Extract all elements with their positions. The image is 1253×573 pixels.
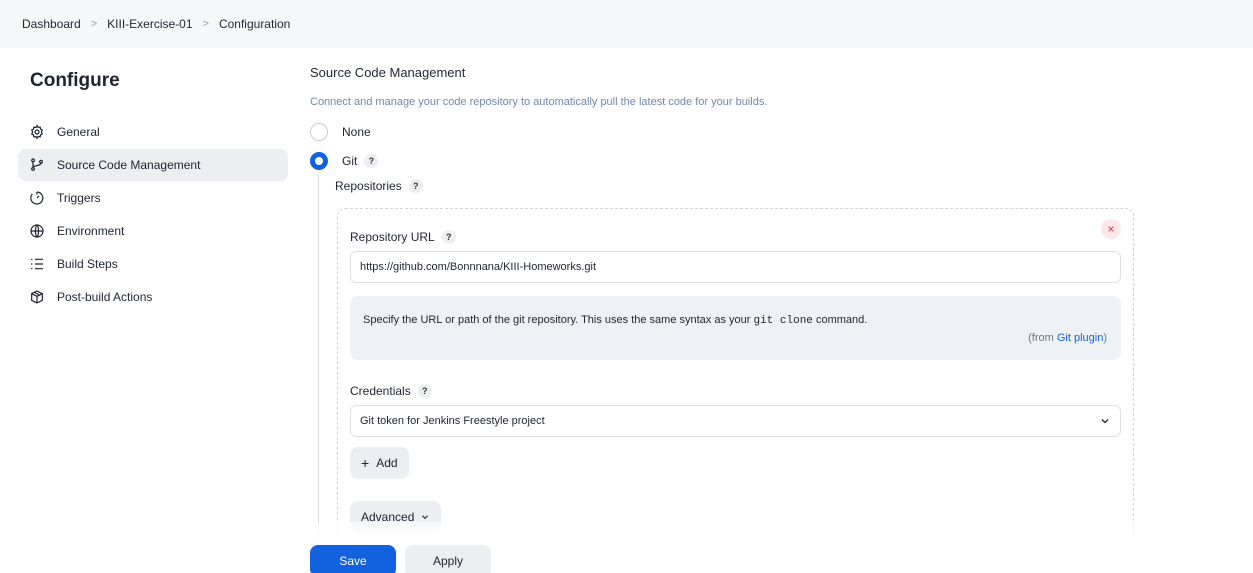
sidebar-item-triggers[interactable]: Triggers <box>18 182 288 214</box>
save-button[interactable]: Save <box>310 545 396 573</box>
repositories-label: Repositories ? <box>335 179 423 193</box>
timer-icon <box>29 190 45 206</box>
sidebar-item-general[interactable]: General <box>18 116 288 148</box>
apply-button[interactable]: Apply <box>405 545 491 573</box>
radio-label: Git <box>342 154 358 168</box>
package-icon <box>29 289 45 305</box>
sidebar-item-build-steps[interactable]: Build Steps <box>18 248 288 280</box>
help-icon[interactable]: ? <box>408 179 423 193</box>
main-content: Source Code Management Connect and manag… <box>310 48 1240 573</box>
help-text: Specify the URL or path of the git repos… <box>363 314 754 326</box>
help-icon[interactable]: ? <box>417 384 432 398</box>
help-panel: Specify the URL or path of the git repos… <box>350 296 1121 360</box>
breadcrumb-dashboard[interactable]: Dashboard <box>22 17 81 31</box>
sidebar-item-source-code-management[interactable]: Source Code Management <box>18 149 288 181</box>
sidebar-item-label: Source Code Management <box>57 158 201 172</box>
sidebar-item-label: Post-build Actions <box>57 290 153 304</box>
add-credentials-button[interactable]: + Add <box>350 447 409 479</box>
section-description: Connect and manage your code repository … <box>310 96 768 108</box>
page-title: Configure <box>30 70 120 91</box>
gear-icon <box>29 124 45 140</box>
breadcrumb-job[interactable]: KIII-Exercise-01 <box>107 17 192 31</box>
git-plugin-link[interactable]: Git plugin <box>1057 332 1103 344</box>
sidebar-item-label: Environment <box>57 224 125 238</box>
repository-url-label-text: Repository URL <box>350 230 435 244</box>
sidebar-nav: General Source Code Management Triggers … <box>18 116 288 314</box>
delete-repository-button[interactable]: × <box>1101 219 1121 239</box>
repository-url-label: Repository URL ? <box>350 230 456 244</box>
repository-url-input[interactable] <box>350 251 1121 283</box>
sidebar-item-label: Triggers <box>57 191 101 205</box>
divider <box>318 174 319 573</box>
help-code: git clone <box>753 315 813 327</box>
from-plugin: (from Git plugin) <box>1028 332 1107 344</box>
repositories-label-text: Repositories <box>335 179 402 193</box>
sidebar-item-label: Build Steps <box>57 257 118 271</box>
chevron-down-icon <box>420 512 430 522</box>
help-text-end: command. <box>812 314 868 326</box>
section-title: Source Code Management <box>310 65 466 80</box>
help-icon[interactable]: ? <box>441 230 456 244</box>
add-label: Add <box>376 456 398 470</box>
credentials-label: Credentials ? <box>350 384 432 398</box>
credentials-label-text: Credentials <box>350 384 411 398</box>
radio-git[interactable] <box>310 152 328 170</box>
scm-option-none[interactable]: None <box>310 123 371 141</box>
globe-icon <box>29 223 45 239</box>
repository-entry: × Repository URL ? Specify the URL or pa… <box>337 208 1134 573</box>
credentials-select[interactable]: Git token for Jenkins Freestyle project <box>350 405 1121 437</box>
help-icon[interactable]: ? <box>364 154 379 168</box>
plus-icon: + <box>361 455 370 471</box>
scm-option-git[interactable]: Git ? <box>310 152 379 170</box>
radio-label: None <box>342 125 371 139</box>
branch-icon <box>29 157 45 173</box>
sidebar-item-post-build-actions[interactable]: Post-build Actions <box>18 281 288 313</box>
breadcrumb: Dashboard > KIII-Exercise-01 > Configura… <box>0 0 1253 48</box>
radio-none[interactable] <box>310 123 328 141</box>
sidebar-item-environment[interactable]: Environment <box>18 215 288 247</box>
credentials-selected-value: Git token for Jenkins Freestyle project <box>360 415 545 427</box>
breadcrumb-configuration[interactable]: Configuration <box>219 17 290 31</box>
chevron-down-icon <box>1099 415 1111 427</box>
chevron-right-icon: > <box>202 18 209 30</box>
from-suffix: ) <box>1103 332 1107 344</box>
sidebar-item-label: General <box>57 125 100 139</box>
chevron-right-icon: > <box>90 18 98 30</box>
list-icon <box>29 256 45 272</box>
from-prefix: (from <box>1028 332 1057 344</box>
